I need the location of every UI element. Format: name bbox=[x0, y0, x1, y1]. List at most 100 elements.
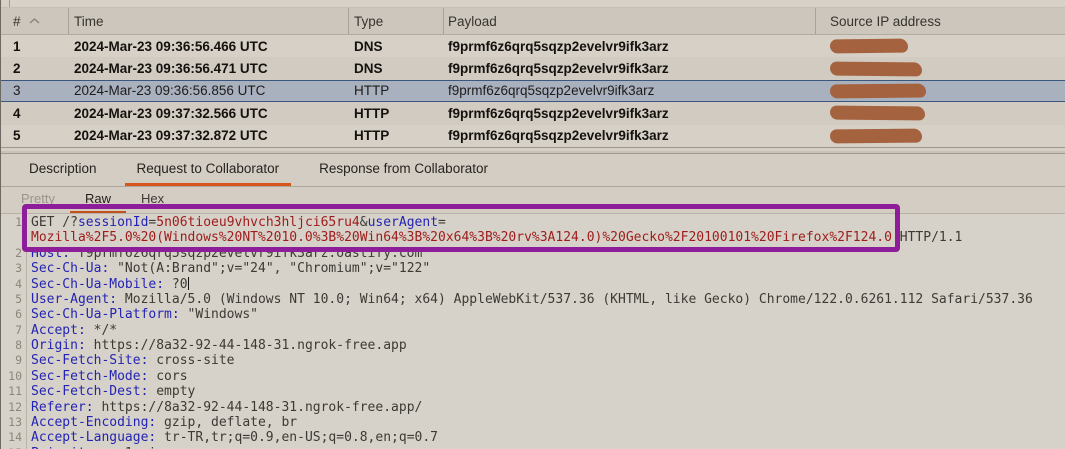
request-line: 13 Accept-Encoding: gzip, deflate, br bbox=[1, 415, 1065, 430]
syntax-name: Sec-Fetch-Mode: bbox=[31, 369, 148, 384]
text-caret bbox=[188, 277, 190, 290]
row-source-ip bbox=[816, 57, 1065, 79]
line-number: 11 bbox=[1, 384, 27, 399]
redaction-mark bbox=[830, 128, 922, 143]
request-line: 10 Sec-Fetch-Mode: cors bbox=[1, 369, 1065, 384]
request-line: 15 Priority: u=1, i bbox=[1, 446, 1065, 449]
request-line: 11 Sec-Fetch-Dest: empty bbox=[1, 384, 1065, 399]
redaction-mark bbox=[830, 61, 922, 76]
column-header-type[interactable]: Type bbox=[349, 8, 444, 34]
row-number: 2 bbox=[1, 57, 69, 79]
row-payload: f9prmf6z6qrq5sqzp2evelvr9ifk3arz bbox=[444, 81, 816, 101]
request-line: 1GET /?sessionId=5n06tioeu9vhvch3hljci65… bbox=[1, 215, 1065, 230]
table-body: 12024-Mar-23 09:36:56.466 UTCDNSf9prmf6z… bbox=[1, 35, 1065, 147]
sort-ascending-icon bbox=[29, 18, 40, 24]
row-source-ip bbox=[816, 81, 1065, 101]
tab-request-to-collaborator[interactable]: Request to Collaborator bbox=[125, 154, 292, 186]
syntax-plain: GET /? bbox=[31, 215, 78, 230]
syntax-name: User-Agent: bbox=[31, 292, 117, 307]
syntax-plain: "Not(A:Brand";v="24", "Chromium";v="122" bbox=[109, 261, 430, 276]
request-editor[interactable]: 1GET /?sessionId=5n06tioeu9vhvch3hljci65… bbox=[1, 214, 1065, 449]
subtab-hex[interactable]: Hex bbox=[126, 187, 179, 213]
row-type: HTTP bbox=[349, 125, 444, 147]
request-line: 2 Host: f9prmf6z6qrq5sqzp2evelvr9ifk3arz.… bbox=[1, 246, 1065, 261]
request-line: 8Origin: https://8a32-92-44-148-31.ngrok… bbox=[1, 338, 1065, 353]
line-number: 2 bbox=[1, 246, 27, 261]
row-type: HTTP bbox=[349, 81, 444, 101]
line-number: 4 bbox=[1, 277, 27, 292]
line-number: 5 bbox=[1, 292, 27, 307]
line-number: 8 bbox=[1, 338, 27, 353]
line-number: 7 bbox=[1, 323, 27, 338]
syntax-plain: & bbox=[360, 215, 368, 230]
column-header-payload[interactable]: Payload bbox=[444, 8, 816, 34]
row-payload: f9prmf6z6qrq5sqzp2evelvr9ifk3arz bbox=[444, 102, 816, 124]
table-row[interactable]: 42024-Mar-23 09:37:32.566 UTCHTTPf9prmf6… bbox=[1, 102, 1065, 124]
subtab-pretty[interactable]: Pretty bbox=[6, 187, 70, 213]
line-number: 10 bbox=[1, 369, 27, 384]
syntax-name: Sec-Ch-Ua-Platform: bbox=[31, 307, 180, 322]
row-source-ip bbox=[816, 125, 1065, 147]
column-resize-notch bbox=[9, 0, 10, 7]
syntax-name: userAgent bbox=[368, 215, 438, 230]
subtab-raw[interactable]: Raw bbox=[70, 187, 126, 213]
row-number: 5 bbox=[1, 125, 69, 147]
syntax-plain: */* bbox=[86, 323, 117, 338]
syntax-plain: "Windows" bbox=[180, 307, 258, 322]
line-number: 6 bbox=[1, 307, 27, 322]
syntax-plain: HTTP/1.1 bbox=[892, 230, 962, 245]
request-line: 14Accept-Language: tr-TR,tr;q=0.9,en-US;… bbox=[1, 430, 1065, 445]
pane-splitter[interactable] bbox=[1, 147, 1065, 154]
row-number: 3 bbox=[1, 81, 69, 101]
syntax-plain: cors bbox=[148, 369, 187, 384]
request-line: Mozilla%2F5.0%20(Windows%20NT%2010.0%3B%… bbox=[1, 230, 1065, 245]
request-line: 12Referer: https://8a32-92-44-148-31.ngr… bbox=[1, 400, 1065, 415]
syntax-plain: u=1, i bbox=[101, 446, 156, 449]
row-time: 2024-Mar-23 09:36:56.466 UTC bbox=[69, 35, 349, 57]
row-payload: f9prmf6z6qrq5sqzp2evelvr9ifk3arz bbox=[444, 125, 816, 147]
table-row[interactable]: 12024-Mar-23 09:36:56.466 UTCDNSf9prmf6z… bbox=[1, 35, 1065, 57]
syntax-name: Sec-Ch-Ua: bbox=[31, 261, 109, 276]
syntax-name: sessionId bbox=[78, 215, 148, 230]
syntax-name: Priority: bbox=[31, 446, 101, 449]
syntax-name: Accept-Encoding: bbox=[31, 415, 156, 430]
request-line: 9Sec-Fetch-Site: cross-site bbox=[1, 353, 1065, 368]
table-top-strip bbox=[1, 0, 1065, 8]
syntax-value: Mozilla%2F5.0%20(Windows%20NT%2010.0%3B%… bbox=[31, 230, 892, 245]
table-row[interactable]: 22024-Mar-23 09:36:56.471 UTCDNSf9prmf6z… bbox=[1, 57, 1065, 79]
column-header-time[interactable]: Time bbox=[69, 8, 349, 34]
line-number: 3 bbox=[1, 261, 27, 276]
row-type: HTTP bbox=[349, 102, 444, 124]
tab-description[interactable]: Description bbox=[17, 154, 109, 186]
row-source-ip bbox=[816, 102, 1065, 124]
syntax-plain: empty bbox=[148, 384, 195, 399]
tab-response-from-collaborator[interactable]: Response from Collaborator bbox=[307, 154, 500, 186]
row-time: 2024-Mar-23 09:36:56.471 UTC bbox=[69, 57, 349, 79]
syntax-plain: gzip, deflate, br bbox=[156, 415, 297, 430]
syntax-name: Sec-Fetch-Site: bbox=[31, 353, 148, 368]
row-payload: f9prmf6z6qrq5sqzp2evelvr9ifk3arz bbox=[444, 35, 816, 57]
row-type: DNS bbox=[349, 57, 444, 79]
syntax-plain: f9prmf6z6qrq5sqzp2evelvr9ifk3arz.oastify… bbox=[70, 246, 422, 261]
syntax-plain: https://8a32-92-44-148-31.ngrok-free.app… bbox=[94, 400, 423, 415]
syntax-name: Sec-Fetch-Dest: bbox=[31, 384, 148, 399]
line-number: 15 bbox=[1, 446, 27, 449]
row-time: 2024-Mar-23 09:37:32.566 UTC bbox=[69, 102, 349, 124]
syntax-plain: cross-site bbox=[148, 353, 234, 368]
syntax-name: Origin: bbox=[31, 338, 86, 353]
line-number: 13 bbox=[1, 415, 27, 430]
redaction-mark bbox=[830, 106, 925, 121]
syntax-plain: Mozilla/5.0 (Windows NT 10.0; Win64; x64… bbox=[117, 292, 1033, 307]
line-number: 1 bbox=[1, 215, 27, 230]
table-row[interactable]: 32024-Mar-23 09:36:56.856 UTCHTTPf9prmf6… bbox=[1, 80, 1065, 102]
request-line: 7Accept: */* bbox=[1, 323, 1065, 338]
line-number: 12 bbox=[1, 400, 27, 415]
column-header-number[interactable]: # bbox=[1, 8, 69, 34]
table-row[interactable]: 52024-Mar-23 09:37:32.872 UTCHTTPf9prmf6… bbox=[1, 125, 1065, 147]
column-header-source-ip[interactable]: Source IP address bbox=[816, 8, 1065, 34]
request-line: 3 Sec-Ch-Ua: "Not(A:Brand";v="24", "Chrom… bbox=[1, 261, 1065, 276]
syntax-plain: = bbox=[438, 215, 446, 230]
syntax-name: Host: bbox=[31, 246, 70, 261]
collaborator-interactions-panel: # Time Type Payload Source IP address 12… bbox=[0, 0, 1065, 449]
request-line: 4Sec-Ch-Ua-Mobile: ?0 bbox=[1, 277, 1065, 292]
